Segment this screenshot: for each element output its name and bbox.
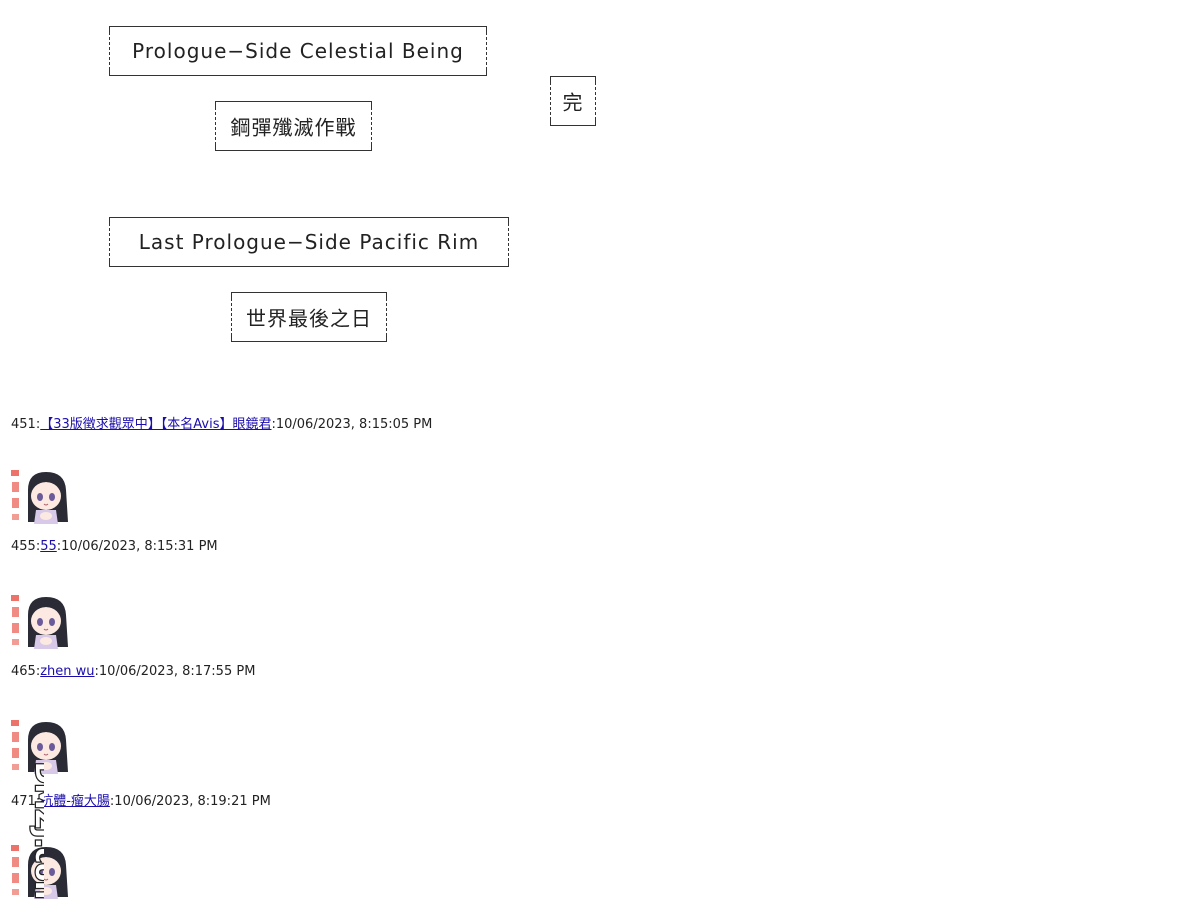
post-header: 451:【33版徵求觀眾中】【本名Avis】眼鏡君:10/06/2023, 8:… bbox=[11, 413, 432, 432]
post-header: 471:抗體-瘤大腸:10/06/2023, 8:19:21 PM bbox=[11, 790, 271, 809]
post-header: 455:55:10/06/2023, 8:15:31 PM bbox=[11, 539, 218, 554]
avatar-image bbox=[11, 470, 68, 524]
title-box-last-prologue: Last Prologue−Side Pacific Rim bbox=[109, 217, 509, 267]
title-last-day: 世界最後之日 bbox=[246, 306, 372, 331]
end-mark-box: 完 bbox=[550, 76, 596, 126]
title-box-prologue-celestial-being: Prologue−Side Celestial Being bbox=[109, 26, 487, 76]
post-author-link[interactable]: 抗體-瘤大腸 bbox=[40, 794, 110, 809]
avatar bbox=[10, 593, 70, 649]
post-timestamp: :10/06/2023, 8:17:55 PM bbox=[94, 664, 256, 679]
post-number: 451 bbox=[11, 417, 36, 432]
post-timestamp: :10/06/2023, 8:19:21 PM bbox=[109, 794, 271, 809]
post-number: 455 bbox=[11, 539, 36, 554]
avatar bbox=[10, 468, 70, 524]
title-last-prologue: Last Prologue−Side Pacific Rim bbox=[138, 230, 480, 254]
post-author-link[interactable]: 【33版徵求觀眾中】【本名Avis】眼鏡君 bbox=[40, 417, 271, 432]
title-operation: 鋼彈殲滅作戰 bbox=[230, 115, 357, 140]
end-mark: 完 bbox=[562, 90, 584, 115]
post-header: 465:zhen wu:10/06/2023, 8:17:55 PM bbox=[11, 664, 255, 679]
post-number: 465 bbox=[11, 664, 36, 679]
post-author-link[interactable]: 55 bbox=[40, 539, 57, 554]
post-author-link[interactable]: zhen wu bbox=[40, 664, 94, 679]
svg-text:DMZJ.com: DMZJ.com bbox=[29, 762, 44, 900]
title-box-last-day: 世界最後之日 bbox=[231, 292, 387, 342]
site-watermark-logo: DMZJ.com bbox=[14, 760, 61, 910]
title-box-operation: 鋼彈殲滅作戰 bbox=[215, 101, 372, 151]
avatar-image bbox=[11, 595, 68, 649]
title-prologue-celestial-being: Prologue−Side Celestial Being bbox=[132, 39, 464, 63]
post-timestamp: :10/06/2023, 8:15:31 PM bbox=[56, 539, 218, 554]
post-timestamp: :10/06/2023, 8:15:05 PM bbox=[271, 417, 433, 432]
watermark-logo-image: DMZJ.com bbox=[28, 761, 61, 910]
avatar-side-text-art bbox=[11, 470, 19, 520]
avatar-side-text-art bbox=[11, 595, 19, 645]
